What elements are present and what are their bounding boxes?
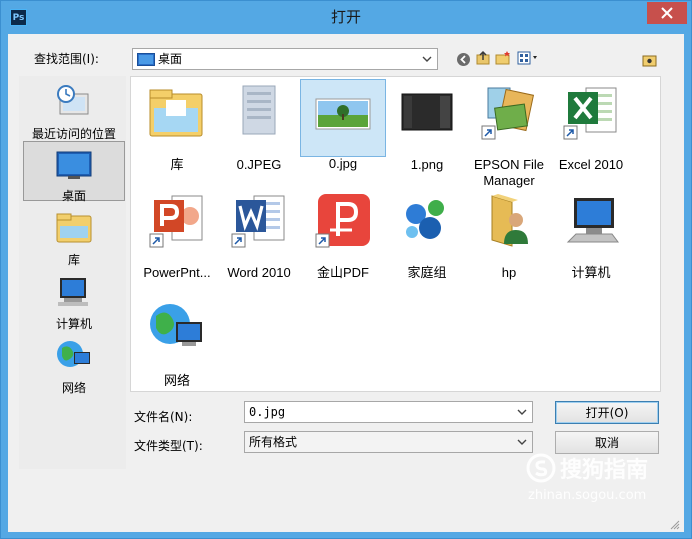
file-name: 库 xyxy=(170,157,184,172)
close-button[interactable] xyxy=(647,2,687,24)
powerpoint-shortcut-icon xyxy=(149,195,203,248)
folder-options-icon[interactable] xyxy=(640,51,658,69)
network-icon xyxy=(150,304,202,346)
computer-icon xyxy=(58,278,88,306)
view-menu-icon[interactable] xyxy=(516,49,542,67)
dialog-title: 打开 xyxy=(330,8,361,26)
file-item[interactable]: 计算机 xyxy=(549,189,633,281)
filetype-value: 所有格式 xyxy=(249,435,298,449)
photoshop-app-icon: Ps xyxy=(10,9,27,26)
place-label: 网络 xyxy=(61,381,86,395)
file-name: 0.jpg xyxy=(328,156,358,171)
file-list[interactable]: 库 0.JPEG 0.jpg 1.png EPSON File Manager … xyxy=(130,76,661,392)
recent-places-icon xyxy=(57,85,89,115)
file-name: Excel 2010 xyxy=(558,157,624,172)
chevron-down-icon[interactable] xyxy=(419,51,435,67)
image-file-icon xyxy=(401,93,453,131)
file-item[interactable]: 家庭组 xyxy=(385,189,469,281)
cancel-button[interactable]: 取消 xyxy=(555,431,659,454)
file-item[interactable]: Word 2010 xyxy=(217,189,301,281)
kingsoft-pdf-shortcut-icon xyxy=(315,194,370,248)
watermark-brand: 搜狗指南 xyxy=(560,458,649,483)
file-item[interactable]: 0.JPEG xyxy=(217,81,301,173)
network-icon xyxy=(57,341,90,367)
file-item[interactable]: 金山PDF xyxy=(301,189,385,281)
desktop-small-icon xyxy=(137,53,155,66)
chevron-down-icon[interactable] xyxy=(514,434,530,450)
computer-icon xyxy=(566,198,619,243)
excel-shortcut-icon xyxy=(563,87,617,140)
place-recent[interactable]: 最近访问的位置 xyxy=(23,80,125,141)
dialog-body: 查找范围(I): 桌面 最近访问的位置 桌面 库 计算机 网络 库 0.JPEG… xyxy=(8,34,684,532)
open-dialog: Ps 打开 查找范围(I): 桌面 最近访问的位置 桌面 库 计算机 网络 库 … xyxy=(0,0,692,539)
epson-shortcut-icon xyxy=(481,87,535,140)
desktop-icon xyxy=(56,151,92,179)
file-name: 0.JPEG xyxy=(236,157,282,172)
word-shortcut-icon xyxy=(231,195,285,248)
image-file-icon xyxy=(315,98,371,130)
file-name: EPSON File Manager xyxy=(473,157,545,188)
look-in-value: 桌面 xyxy=(158,52,183,66)
file-name: PowerPnt... xyxy=(143,265,211,280)
place-label: 最近访问的位置 xyxy=(31,127,116,141)
watermark-url: zhinan.sogou.com xyxy=(528,488,647,503)
file-name: 计算机 xyxy=(571,265,611,280)
file-name: 家庭组 xyxy=(407,265,447,280)
filename-input[interactable]: 0.jpg xyxy=(244,401,533,423)
homegroup-icon xyxy=(406,200,444,239)
title-bar[interactable]: Ps 打开 xyxy=(1,1,691,34)
place-label: 库 xyxy=(67,253,80,267)
file-item[interactable]: EPSON File Manager xyxy=(467,81,551,189)
file-item[interactable]: 网络 xyxy=(135,297,219,389)
place-desktop[interactable]: 桌面 xyxy=(23,141,125,203)
place-label: 桌面 xyxy=(61,189,86,203)
sogou-logo-icon xyxy=(526,453,556,483)
places-bar: 最近访问的位置 桌面 库 计算机 网络 xyxy=(19,76,126,469)
file-name: Word 2010 xyxy=(227,265,291,280)
up-folder-icon[interactable] xyxy=(474,49,492,67)
file-item[interactable]: Excel 2010 xyxy=(549,81,633,173)
file-item[interactable]: hp xyxy=(467,189,551,281)
place-label: 计算机 xyxy=(55,317,92,331)
sogou-watermark: 搜狗指南 zhinan.sogou.com xyxy=(526,452,692,532)
filename-value[interactable]: 0.jpg xyxy=(249,402,285,422)
open-button[interactable]: 打开(O) xyxy=(555,401,659,424)
user-folder-icon xyxy=(491,194,528,247)
file-name: hp xyxy=(501,265,517,280)
file-name: 1.png xyxy=(410,157,444,172)
look-in-label: 查找范围(I): xyxy=(34,52,99,66)
file-item[interactable]: 库 xyxy=(135,81,219,173)
library-folder-icon xyxy=(149,89,203,137)
chevron-down-icon[interactable] xyxy=(514,404,530,420)
close-icon xyxy=(661,7,673,19)
place-computer[interactable]: 计算机 xyxy=(23,270,125,331)
image-file-icon xyxy=(242,85,276,135)
back-icon[interactable] xyxy=(454,50,472,68)
place-library[interactable]: 库 xyxy=(23,206,125,267)
file-item[interactable]: 0.jpg xyxy=(300,79,386,171)
file-item[interactable]: 1.png xyxy=(385,81,469,173)
filetype-label: 文件类型(T): xyxy=(134,439,203,453)
file-name: 金山PDF xyxy=(316,265,369,280)
look-in-dropdown[interactable]: 桌面 xyxy=(132,48,438,70)
filename-label: 文件名(N): xyxy=(134,410,193,424)
resize-grip-icon[interactable] xyxy=(670,520,680,530)
library-icon xyxy=(56,213,92,243)
place-network[interactable]: 网络 xyxy=(23,334,125,395)
filetype-dropdown[interactable]: 所有格式 xyxy=(244,431,533,453)
file-item[interactable]: PowerPnt... xyxy=(135,189,219,281)
new-folder-icon[interactable] xyxy=(494,49,512,67)
file-name: 网络 xyxy=(163,373,190,388)
